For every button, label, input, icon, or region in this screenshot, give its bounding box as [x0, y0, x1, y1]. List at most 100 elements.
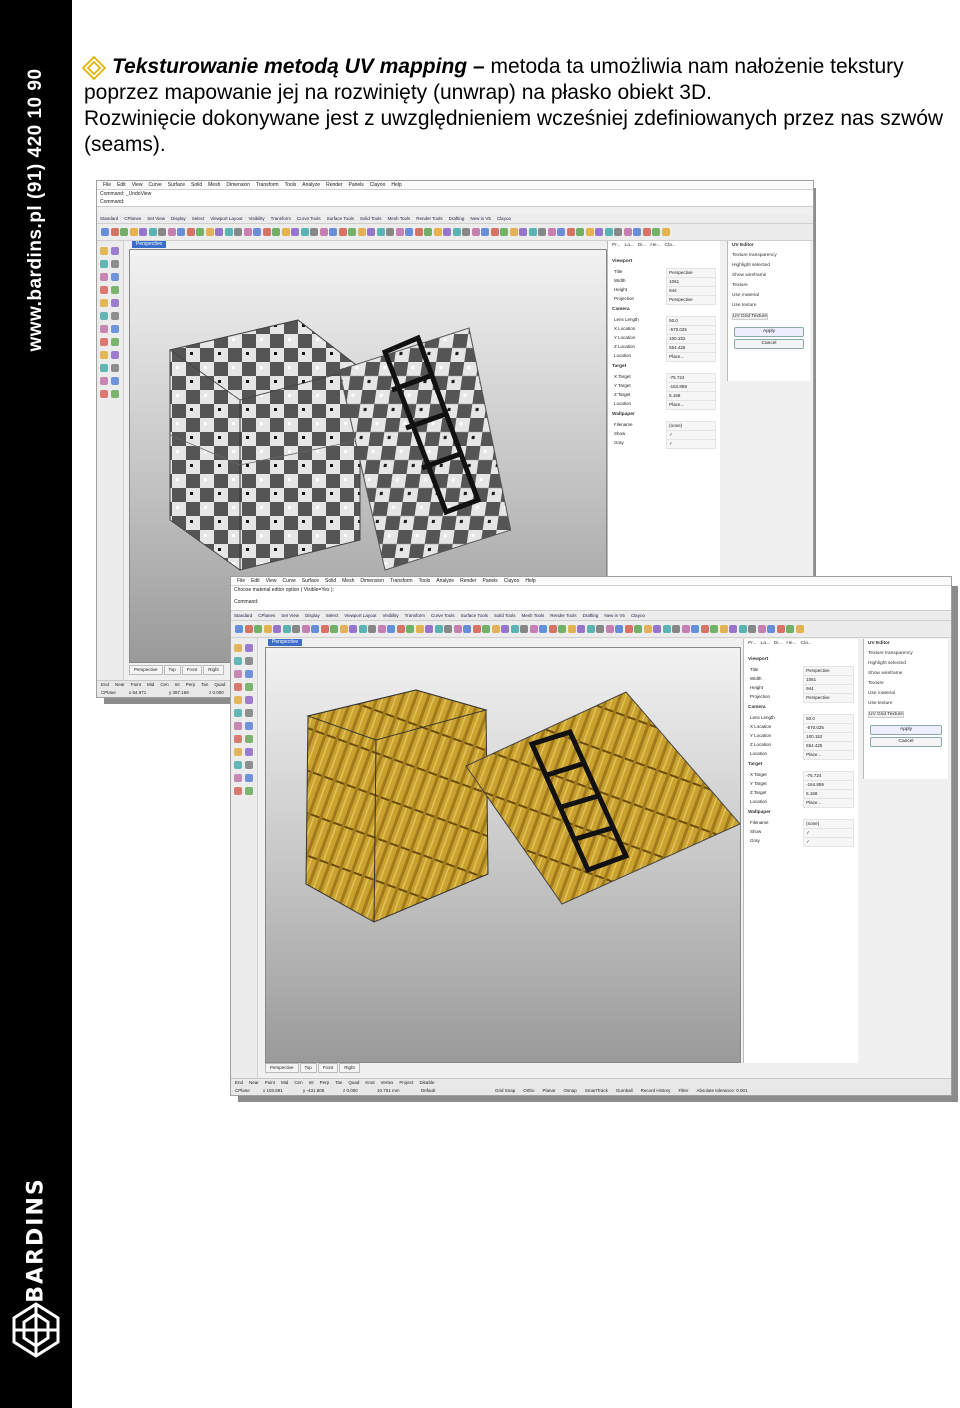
toolbar-tool-icon[interactable]	[539, 625, 547, 633]
toolbar-tool-icon[interactable]	[348, 228, 356, 236]
toolbar-tool-icon[interactable]	[158, 228, 166, 236]
toolbar-tool-icon[interactable]	[434, 625, 443, 633]
left-tool-icon[interactable]	[234, 657, 242, 665]
property-value[interactable]: Place...	[803, 750, 854, 760]
toolbar-tool-icon[interactable]	[738, 625, 747, 633]
toolbar-tool-icon[interactable]	[253, 228, 261, 236]
property-row[interactable]: Width 1061	[612, 277, 716, 287]
property-row[interactable]: Height 944	[748, 684, 854, 694]
left-toolbar[interactable]	[97, 241, 124, 681]
left-tool-icon[interactable]	[111, 390, 119, 398]
menu-item[interactable]: Render	[326, 181, 342, 189]
properties-panel[interactable]: Pr... La... Di... He... Cla... Viewport Title P…	[743, 639, 858, 1063]
left-tool-icon[interactable]	[245, 748, 253, 756]
texture-select[interactable]: UV Grid Texture	[732, 313, 769, 320]
toolbar-tool-icon[interactable]	[643, 625, 652, 633]
toolbar-tabs[interactable]: Standard CPlanes Set View Display Select View…	[97, 215, 813, 224]
toolbar-tool-icon[interactable]	[433, 228, 442, 236]
osnap-option[interactable]: Disable	[419, 1080, 434, 1085]
left-tool-icon[interactable]	[100, 390, 108, 398]
panel-tab[interactable]: He...	[650, 243, 660, 248]
toolbar-tab[interactable]: Surface Tools	[324, 215, 357, 223]
toolbar-tab[interactable]: New in V5	[601, 612, 628, 620]
toolbar-tab[interactable]: Standard	[231, 612, 255, 620]
left-toolbar[interactable]	[231, 638, 258, 1079]
osnap-option[interactable]: Project	[399, 1080, 413, 1085]
panel-tab[interactable]: Di...	[638, 243, 647, 248]
left-tool-icon[interactable]	[234, 644, 242, 652]
toolbar-tool-icon[interactable]	[177, 228, 185, 236]
menu-item[interactable]: Dimension	[226, 181, 250, 189]
osnap-option[interactable]: Quad	[214, 682, 225, 687]
osnap-option[interactable]: Perp	[186, 682, 196, 687]
menu-item[interactable]: Help	[525, 577, 535, 585]
left-tool-icon[interactable]	[111, 312, 119, 320]
toolbar-tool-icon[interactable]	[510, 625, 519, 633]
toolbar-tool-icon[interactable]	[786, 625, 794, 633]
toolbar-tool-icon[interactable]	[662, 625, 671, 633]
toolbar-tool-icon[interactable]	[567, 625, 576, 633]
left-tool-icon[interactable]	[111, 325, 119, 333]
left-tool-icon[interactable]	[234, 748, 242, 756]
toolbar-tool-icon[interactable]	[395, 228, 404, 236]
left-tool-icon[interactable]	[234, 735, 242, 743]
toolbar-tool-icon[interactable]	[624, 625, 633, 633]
status-toggle[interactable]: Ortho	[523, 1088, 534, 1093]
menu-item[interactable]: Surface	[168, 181, 185, 189]
panel-tabs[interactable]: Pr... La... Di... He... Cla...	[612, 243, 680, 248]
left-tool-icon[interactable]	[111, 351, 119, 359]
uv-editor-panel[interactable]: UV Editor Texture transparency Highlight s…	[863, 639, 948, 779]
toolbar-tab[interactable]: Render Tools	[413, 215, 445, 223]
property-value[interactable]: Place...	[666, 400, 716, 410]
osnap-option[interactable]: Tan	[201, 682, 208, 687]
property-row[interactable]: Projection Perspective	[748, 693, 854, 703]
toolbar-tool-icon[interactable]	[215, 228, 223, 236]
menu-item[interactable]: Curve	[148, 181, 161, 189]
property-value[interactable]: Place...	[666, 352, 716, 362]
view-tab[interactable]: Front	[181, 665, 203, 675]
status-toggle[interactable]: Record History	[641, 1088, 671, 1093]
toolbar-tab[interactable]: Render Tools	[547, 612, 579, 620]
use-texture-radio[interactable]: Use texture	[732, 303, 757, 308]
toolbar-tool-icon[interactable]	[376, 228, 385, 236]
toolbar-tool-icon[interactable]	[358, 625, 367, 633]
toolbar-tool-icon[interactable]	[642, 228, 651, 236]
left-tool-icon[interactable]	[245, 696, 253, 704]
toolbar-tool-icon[interactable]	[414, 228, 423, 236]
use-texture-radio[interactable]: Use texture	[868, 701, 893, 706]
panel-tab[interactable]: La...	[761, 641, 770, 646]
use-material-radio[interactable]: Use material	[732, 293, 759, 298]
property-row[interactable]: Z Target 5.168	[748, 789, 854, 799]
left-tool-icon[interactable]	[234, 722, 242, 730]
view-tab[interactable]: Perspective	[129, 665, 163, 675]
toolbar-tool-icon[interactable]	[254, 625, 262, 633]
toolbar-tool-icon[interactable]	[186, 228, 195, 236]
osnap-option[interactable]: Int	[175, 682, 180, 687]
menu-item[interactable]: Clayoo	[370, 181, 386, 189]
osnap-option[interactable]: Tan	[335, 1080, 342, 1085]
property-value[interactable]: Perspective	[803, 693, 854, 703]
left-tool-icon[interactable]	[245, 787, 253, 795]
toolbar-tool-icon[interactable]	[443, 228, 451, 236]
toolbar-tool-icon[interactable]	[329, 228, 337, 236]
property-row[interactable]: Z Location 554.425	[748, 741, 854, 751]
toolbar-tool-icon[interactable]	[148, 228, 157, 236]
menu-item[interactable]: Analyze	[436, 577, 454, 585]
status-toggle[interactable]: Planar	[543, 1088, 556, 1093]
toolbar-tool-icon[interactable]	[377, 625, 386, 633]
osnap-option[interactable]: Knot	[365, 1080, 374, 1085]
toolbar-tab[interactable]: Mesh Tools	[385, 215, 414, 223]
panel-tab[interactable]: Cla...	[665, 243, 676, 248]
left-tool-icon[interactable]	[245, 657, 253, 665]
property-row[interactable]: Gray ✓	[748, 837, 854, 847]
toolbar-tool-icon[interactable]	[490, 228, 499, 236]
wireframe-checkbox[interactable]: Show wireframe	[732, 273, 766, 278]
property-row[interactable]: Filename (none)	[612, 421, 716, 431]
toolbar-tab[interactable]: Display	[168, 215, 189, 223]
toolbar-tool-icon[interactable]	[691, 625, 699, 633]
toolbar-tab[interactable]: Select	[323, 612, 342, 620]
toolbar-tab[interactable]: New in V5	[467, 215, 494, 223]
left-tool-icon[interactable]	[100, 312, 108, 320]
toolbar-tab[interactable]: Transform	[402, 612, 428, 620]
osnap-option[interactable]: Mid	[147, 682, 154, 687]
